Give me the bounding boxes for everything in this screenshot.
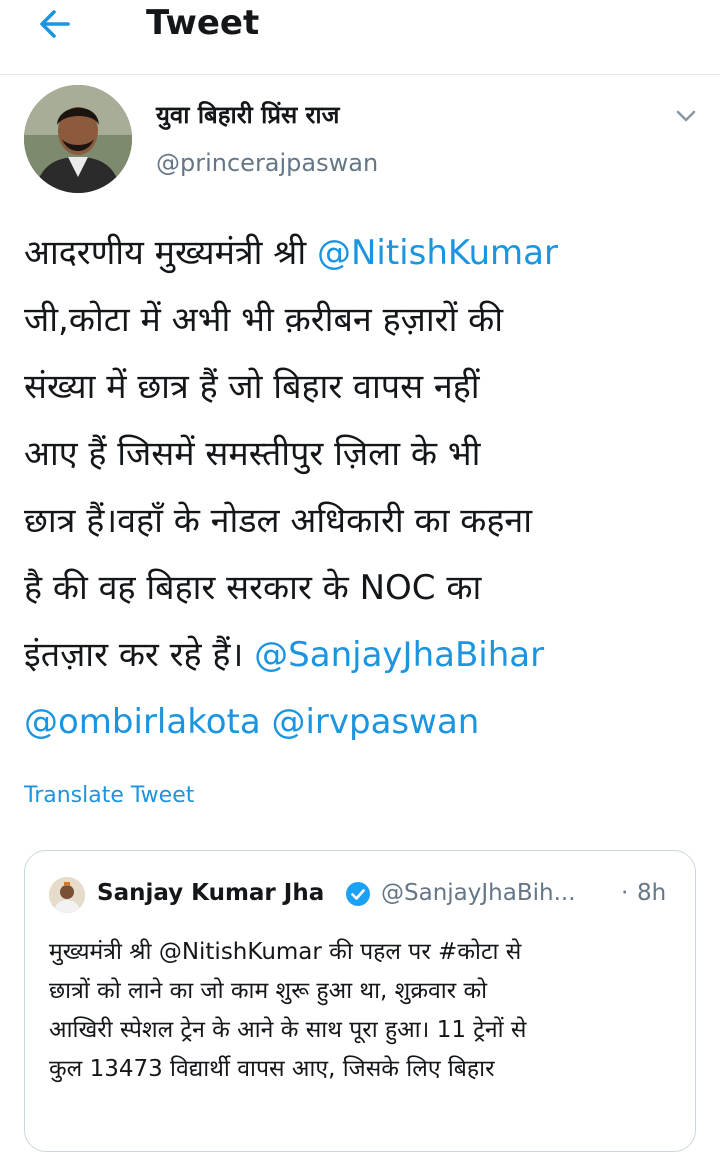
quoted-handle[interactable]: @SanjayJhaBih... — [381, 875, 576, 911]
quoted-line: आखिरी स्पेशल ट्रेन के आने के साथ पूरा हु… — [49, 1017, 527, 1043]
tweet-line: संख्या में छात्र हैं जो बिहार वापस नहीं — [24, 354, 704, 421]
quoted-avatar[interactable] — [49, 877, 85, 913]
user-handle[interactable]: @princerajpaswan — [156, 146, 378, 180]
tweet-text-segment: जी,कोटा में अभी भी क़रीबन हज़ारों की — [24, 300, 504, 340]
mention-link[interactable]: @irvpaswan — [271, 702, 479, 742]
arrow-left-icon — [40, 10, 70, 38]
translate-tweet-link[interactable]: Translate Tweet — [24, 780, 194, 812]
quoted-line: छात्रों को लाने का जो काम शुरू हुआ था, श… — [49, 978, 488, 1004]
tweet-line: @ombirlakota @irvpaswan — [24, 689, 704, 756]
verified-badge-icon — [345, 881, 371, 907]
mention-link[interactable]: @NitishKumar — [317, 233, 558, 273]
mention-link[interactable]: @SanjayJhaBihar — [254, 635, 544, 675]
chevron-down-icon — [676, 110, 696, 122]
display-name[interactable]: युवा बिहारी प्रिंस राज — [156, 98, 339, 132]
quoted-display-name[interactable]: Sanjay Kumar Jha — [97, 875, 324, 911]
back-button[interactable] — [34, 4, 76, 44]
tweet-text-segment: संख्या में छात्र हैं जो बिहार वापस नहीं — [24, 367, 480, 407]
tweet-text-segment: छात्र हैं।वहाँ के नोडल अधिकारी का कहना — [24, 501, 533, 541]
quoted-tweet-text: मुख्यमंत्री श्री @NitishKumar की पहल पर … — [49, 933, 679, 1089]
tweet-text-segment: आदरणीय मुख्यमंत्री श्री — [24, 233, 317, 273]
quoted-line: कुल 13473 विद्यार्थी वापस आए, जिसके लिए … — [49, 1056, 495, 1082]
top-bar: Tweet — [0, 0, 720, 75]
tweet-line: जी,कोटा में अभी भी क़रीबन हज़ारों की — [24, 287, 704, 354]
tweet-text-segment: आए हैं जिसमें समस्तीपुर ज़िला के भी — [24, 434, 481, 474]
tweet-line: इंतज़ार कर रहे हैं। @SanjayJhaBihar — [24, 622, 704, 689]
quoted-line: मुख्यमंत्री श्री @NitishKumar की पहल पर … — [49, 939, 522, 965]
mention-link[interactable]: @ombirlakota — [24, 702, 261, 742]
quoted-tweet-card[interactable]: Sanjay Kumar Jha @SanjayJhaBih... · 8h म… — [24, 850, 696, 1152]
tweet-text-segment: है की वह बिहार सरकार के NOC का — [24, 568, 482, 608]
tweet-line: छात्र हैं।वहाँ के नोडल अधिकारी का कहना — [24, 488, 704, 555]
tweet-text: आदरणीय मुख्यमंत्री श्री @NitishKumar जी,… — [24, 220, 704, 756]
page-title: Tweet — [146, 3, 260, 43]
avatar[interactable] — [24, 85, 132, 193]
tweet-line: आदरणीय मुख्यमंत्री श्री @NitishKumar — [24, 220, 704, 287]
tweet-menu-button[interactable] — [670, 102, 702, 130]
separator-dot: · — [621, 880, 629, 906]
tweet-line: है की वह बिहार सरकार के NOC का — [24, 555, 704, 622]
quoted-timestamp: 8h — [637, 880, 667, 906]
tweet-text-segment: इंतज़ार कर रहे हैं। — [24, 635, 255, 675]
tweet-text-segment — [261, 702, 272, 742]
tweet-line: आए हैं जिसमें समस्तीपुर ज़िला के भी — [24, 421, 704, 488]
